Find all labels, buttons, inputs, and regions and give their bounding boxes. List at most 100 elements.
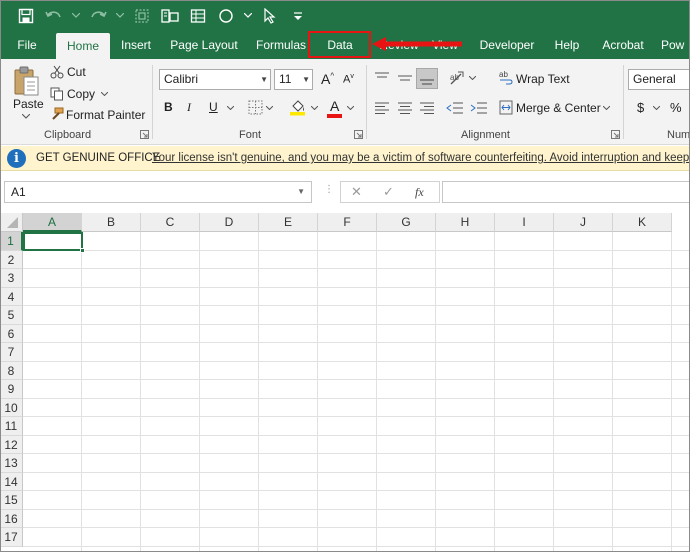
borders-icon[interactable] [248, 100, 263, 115]
undo-icon[interactable] [42, 4, 66, 28]
enter-entry-button[interactable]: ✓ [383, 184, 394, 200]
tab-developer[interactable]: Developer [476, 31, 538, 59]
column-header-i[interactable]: I [495, 213, 554, 232]
save-icon[interactable] [14, 4, 38, 28]
column-header-d[interactable]: D [200, 213, 259, 232]
column-header-k[interactable]: K [613, 213, 672, 232]
column-header-j[interactable]: J [554, 213, 613, 232]
percent-button[interactable]: % [670, 100, 682, 115]
cancel-entry-button[interactable]: ✕ [351, 184, 362, 200]
align-right-icon[interactable] [419, 101, 435, 115]
top-align-icon[interactable] [374, 71, 390, 85]
row-header-10[interactable]: 10 [0, 398, 23, 417]
form-icon[interactable] [186, 4, 210, 28]
font-size-dropdown-icon[interactable]: ▼ [302, 70, 310, 89]
column-header-g[interactable]: G [377, 213, 436, 232]
column-header-a[interactable]: A [23, 213, 82, 232]
tab-help[interactable]: Help [548, 31, 586, 59]
italic-button[interactable]: I [187, 100, 191, 115]
bold-button[interactable]: B [164, 100, 173, 114]
shape-dropdown-icon[interactable] [242, 4, 254, 28]
tab-power-pivot[interactable]: Pow [661, 31, 690, 59]
font-name-combo[interactable]: Calibri ▼ [159, 69, 271, 90]
select-all-icon[interactable] [130, 4, 154, 28]
tab-acrobat[interactable]: Acrobat [596, 31, 650, 59]
fill-color-icon[interactable] [289, 98, 307, 116]
decrease-indent-icon[interactable] [446, 101, 464, 115]
underline-dropdown-icon[interactable] [227, 106, 234, 110]
row-header-13[interactable]: 13 [0, 454, 23, 473]
font-color-dropdown-icon[interactable] [347, 106, 354, 110]
middle-align-icon[interactable] [397, 71, 413, 85]
column-header-f[interactable]: F [318, 213, 377, 232]
row-header-17[interactable]: 17 [0, 528, 23, 547]
wrap-text-icon[interactable]: ab [499, 70, 513, 85]
increase-indent-icon[interactable] [470, 101, 488, 115]
tab-insert[interactable]: Insert [114, 31, 158, 59]
orientation-dropdown-icon[interactable] [469, 76, 476, 80]
row-header-12[interactable]: 12 [0, 435, 23, 454]
underline-button[interactable]: U [209, 100, 218, 114]
cut-icon[interactable] [50, 65, 64, 79]
row-header-3[interactable]: 3 [0, 269, 23, 288]
row-header-6[interactable]: 6 [0, 324, 23, 343]
formula-bar-grip-icon[interactable]: ⋮ [324, 184, 334, 200]
merge-center-dropdown-icon[interactable] [603, 106, 610, 110]
paste-button[interactable]: Paste [13, 97, 44, 111]
row-header-9[interactable]: 9 [0, 380, 23, 399]
worksheet-grid[interactable]: ABCDEFGHIJK 1 2 3 4 5 6 7 8 9 10 11 12 13 14 15 16 17 [0, 213, 690, 552]
tab-home[interactable]: Home [56, 33, 110, 59]
redo-dropdown-icon[interactable] [114, 4, 126, 28]
bottom-align-button[interactable] [416, 68, 438, 89]
column-header-b[interactable]: B [82, 213, 141, 232]
message-link[interactable]: Your license isn't genuine, and you may … [152, 146, 690, 170]
align-center-icon[interactable] [397, 101, 413, 115]
row-header-5[interactable]: 5 [0, 306, 23, 325]
merge-center-button[interactable]: Merge & Center [516, 101, 601, 115]
column-header-h[interactable]: H [436, 213, 495, 232]
cut-button[interactable]: Cut [67, 65, 86, 79]
copy-button[interactable]: Copy [67, 87, 95, 101]
row-header-15[interactable]: 15 [0, 491, 23, 510]
clipboard-launcher-icon[interactable] [140, 130, 149, 139]
column-header-c[interactable]: C [141, 213, 200, 232]
wrap-text-button[interactable]: Wrap Text [516, 72, 570, 86]
paste-icon[interactable] [12, 65, 42, 97]
font-name-dropdown-icon[interactable]: ▼ [260, 70, 268, 89]
name-box[interactable]: A1 ▼ [4, 181, 312, 203]
font-size-combo[interactable]: 11 ▼ [274, 69, 313, 90]
select-all-corner[interactable] [0, 213, 23, 232]
currency-dropdown-icon[interactable] [653, 106, 660, 110]
select-objects-icon[interactable] [258, 4, 282, 28]
fill-color-dropdown-icon[interactable] [311, 106, 318, 110]
row-header-2[interactable]: 2 [0, 250, 23, 269]
number-format-combo[interactable]: General [628, 69, 690, 90]
format-painter-icon[interactable] [50, 107, 64, 121]
shape-icon[interactable] [214, 4, 238, 28]
currency-button[interactable]: $ [637, 100, 644, 115]
tab-page-layout[interactable]: Page Layout [167, 31, 241, 59]
undo-dropdown-icon[interactable] [70, 4, 82, 28]
grow-font-button[interactable]: A^ [321, 71, 334, 87]
tab-formulas[interactable]: Formulas [252, 31, 310, 59]
orientation-icon[interactable]: ab [448, 69, 466, 87]
paste-dropdown-icon[interactable] [22, 114, 30, 119]
fill-handle[interactable] [80, 248, 85, 253]
format-painter-button[interactable]: Format Painter [66, 108, 145, 122]
alignment-launcher-icon[interactable] [611, 130, 620, 139]
column-header-e[interactable]: E [259, 213, 318, 232]
row-header-4[interactable]: 4 [0, 287, 23, 306]
row-header-7[interactable]: 7 [0, 343, 23, 362]
font-launcher-icon[interactable] [354, 130, 363, 139]
align-left-icon[interactable] [374, 101, 390, 115]
row-header-1[interactable]: 1 [0, 232, 23, 251]
copy-icon[interactable] [50, 87, 64, 101]
borders-dropdown-icon[interactable] [266, 106, 273, 110]
customize-qat-icon[interactable] [286, 4, 310, 28]
row-header-14[interactable]: 14 [0, 472, 23, 491]
merge-center-icon[interactable] [499, 100, 513, 115]
insert-function-button[interactable]: fx [415, 185, 424, 200]
font-color-button[interactable]: A [330, 98, 339, 114]
camera-icon[interactable] [158, 4, 182, 28]
formula-input[interactable] [442, 181, 690, 203]
